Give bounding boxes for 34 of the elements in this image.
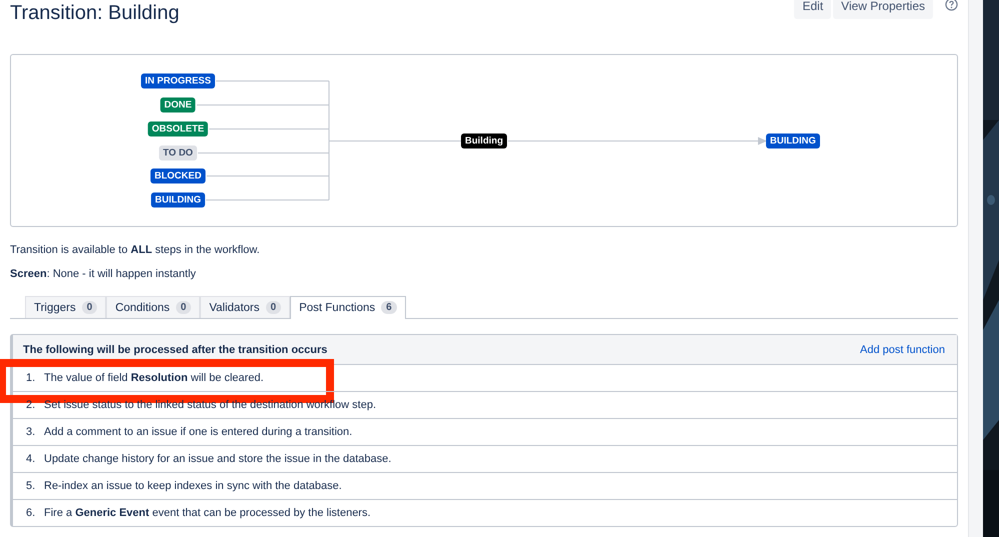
row-number: 3.	[26, 426, 36, 438]
tab[interactable]: Conditions 0	[106, 296, 200, 318]
tab[interactable]: Triggers 0	[25, 296, 106, 318]
count-badge: 0	[266, 301, 282, 314]
status-lozenge: OBSOLETE	[148, 122, 208, 136]
row-text: Add a comment to an issue if one is entered during a transition.	[44, 426, 352, 438]
add-post-function-link[interactable]: Add post function	[860, 344, 945, 356]
tab[interactable]: Post Functions 6	[290, 296, 406, 319]
status-lozenge: TO DO	[159, 146, 197, 160]
status-lozenge: BUILDING	[766, 134, 820, 148]
view-properties-button[interactable]: View Properties	[833, 0, 933, 19]
status-lozenge: IN PROGRESS	[141, 74, 215, 88]
tab[interactable]: Validators 0	[200, 296, 290, 318]
page-title: Transition: Building	[10, 2, 180, 25]
status-lozenge: BLOCKED	[150, 168, 206, 184]
count-badge: 0	[176, 301, 192, 314]
row-text: The value of field Resolution will be cleared.	[44, 372, 264, 384]
row-text: Update change history for an issue and store the issue in the database.	[44, 453, 392, 465]
row-text: Fire a Generic Event event that can be processed by the listeners.	[44, 507, 371, 519]
info-text: Screen: None - it will happen instantly	[10, 267, 197, 281]
info-text: Transition is available to ALL steps in the workflow.	[10, 243, 261, 257]
table-heading: The following will be processed after the transition occurs	[23, 344, 328, 356]
row-number: 5.	[26, 480, 36, 492]
edit-button[interactable]: Edit	[794, 0, 832, 19]
row-number: 6.	[26, 507, 36, 519]
status-lozenge: DONE	[160, 98, 196, 112]
row-number: 1.	[26, 372, 36, 384]
help-icon[interactable]	[945, 0, 958, 11]
count-badge: 6	[381, 301, 397, 314]
status-lozenge: BUILDING	[151, 192, 205, 208]
count-badge: 0	[82, 301, 98, 314]
row-text: Re-index an issue to keep indexes in sync with the database.	[44, 480, 342, 492]
transition-label: Building	[461, 134, 507, 148]
row-number: 4.	[26, 453, 36, 465]
